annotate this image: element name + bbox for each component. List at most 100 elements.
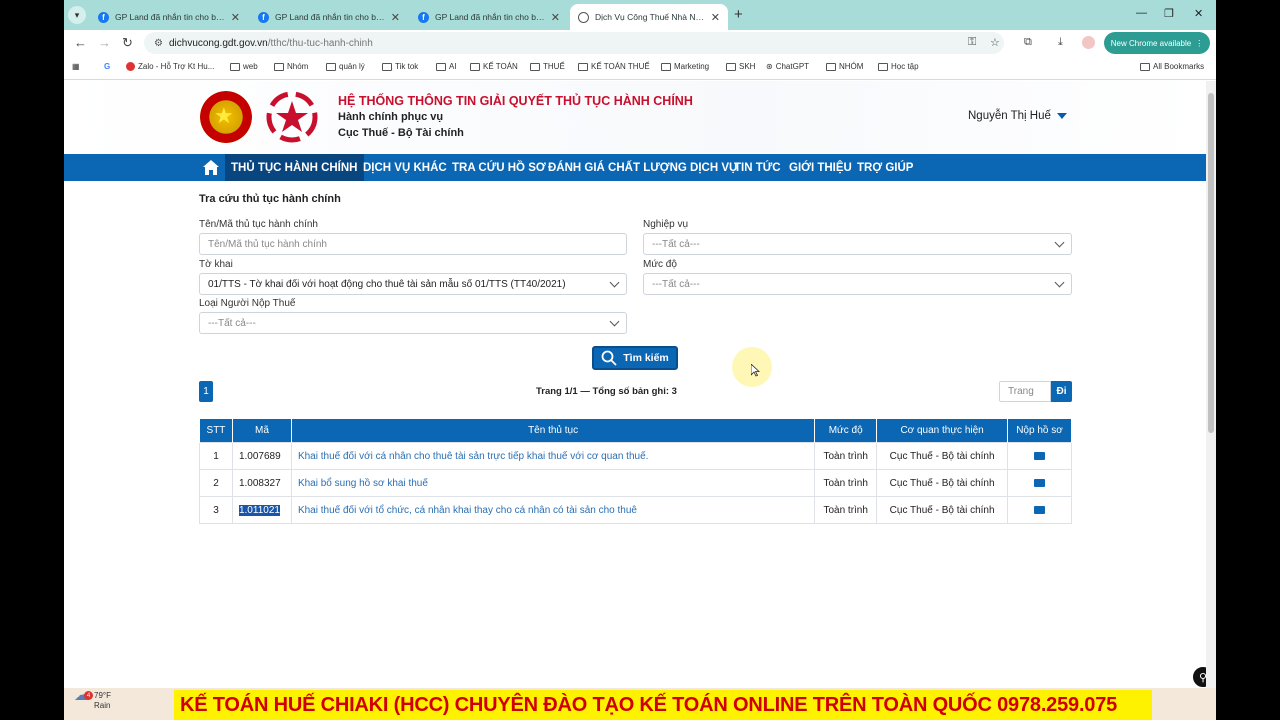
bookmark-nhom2[interactable]: NHÓM xyxy=(826,62,863,71)
tab-title: GP Land đã nhắn tin cho bạn xyxy=(115,12,225,22)
nghiep-vu-value: ---Tất cả--- xyxy=(652,238,700,250)
procedure-link[interactable]: Khai thuế đối với cá nhân cho thuê tài s… xyxy=(290,442,816,470)
bookmark-ketoan[interactable]: KẾ TOÁN xyxy=(470,62,518,71)
bookmark-thue[interactable]: THUẾ xyxy=(530,62,565,71)
chevron-down-icon xyxy=(1054,237,1065,248)
search-button[interactable]: Tìm kiếm xyxy=(592,346,678,370)
folder-icon xyxy=(382,62,392,71)
weather-widget[interactable]: ☁ 4 79°F Rain xyxy=(74,688,111,711)
menu-gioi-thieu[interactable]: GIỚI THIỆU xyxy=(783,154,858,181)
folder-icon xyxy=(1140,62,1150,71)
menu-thu-tuc-hanh-chinh[interactable]: THỦ TỤC HÀNH CHÍNH xyxy=(225,154,364,181)
chevron-down-icon xyxy=(609,316,620,327)
nghiep-vu-select[interactable]: ---Tất cả--- xyxy=(643,233,1072,255)
maximize-icon[interactable]: ❐ xyxy=(1164,7,1174,20)
bookmark-marketing[interactable]: Marketing xyxy=(661,62,709,71)
muc-do-label: Mức độ xyxy=(643,259,677,270)
procedure-link[interactable]: Khai thuế đối với tổ chức, cá nhân khai … xyxy=(290,496,816,524)
folder-open-icon[interactable] xyxy=(1034,451,1045,460)
scrollbar-thumb[interactable] xyxy=(1208,93,1214,433)
menu-tro-giup[interactable]: TRỢ GIÚP xyxy=(851,154,919,181)
all-bookmarks[interactable]: All Bookmarks xyxy=(1140,62,1204,71)
to-khai-select[interactable]: 01/TTS - Tờ khai đối với hoạt động cho t… xyxy=(199,273,627,295)
user-menu[interactable]: Nguyễn Thị Huế xyxy=(968,110,1067,122)
minimize-icon[interactable]: — xyxy=(1136,7,1147,19)
folder-open-icon[interactable] xyxy=(1034,505,1045,514)
procedure-link[interactable]: Khai bổ sung hồ sơ khai thuế xyxy=(290,469,816,497)
folder-icon xyxy=(878,62,888,71)
bookmark-label: KẾ TOÁN THUẾ xyxy=(591,62,650,71)
bookmark-nhom[interactable]: Nhóm xyxy=(274,62,308,71)
key-icon[interactable]: ⚿ xyxy=(968,36,976,49)
close-icon[interactable]: ✕ xyxy=(551,11,560,24)
muc-do-select[interactable]: ---Tất cả--- xyxy=(643,273,1072,295)
bookmarks-bar: ▦ G Zalo - Hỗ Trợ Kt Hu... web Nhóm quản… xyxy=(64,56,1216,80)
close-icon[interactable]: ✕ xyxy=(231,11,240,24)
star-icon[interactable]: ☆ xyxy=(990,36,1000,49)
header-ten-thu-tuc: Tên thủ tục xyxy=(290,418,816,443)
bookmark-quanly[interactable]: quản lý xyxy=(326,62,365,71)
site-info-icon[interactable]: ⚙ xyxy=(154,38,163,49)
menu-danh-gia-chat-luong[interactable]: ĐÁNH GIÁ CHẤT LƯỢNG DỊCH VỤ xyxy=(542,154,743,181)
tab-2[interactable]: f GP Land đã nhắn tin cho bạn ✕ xyxy=(250,4,408,30)
reload-icon[interactable]: ↻ xyxy=(122,35,133,51)
site-subtitle: Hành chính phục vụ xyxy=(338,111,444,123)
new-chrome-button[interactable]: New Chrome available ⋮ xyxy=(1104,32,1210,54)
bookmark-hoctap[interactable]: Học tập xyxy=(878,62,919,71)
pagination-info: Trang 1/1 — Tổng số bản ghi: 3 xyxy=(536,386,677,397)
procedure-table: STT Mã Tên thủ tục Mức độ Cơ quan thực h… xyxy=(199,418,1072,524)
bookmark-web[interactable]: web xyxy=(230,62,258,71)
page-scrollbar[interactable] xyxy=(1206,81,1216,688)
bookmark-label: NHÓM xyxy=(839,62,864,71)
google-icon[interactable]: G xyxy=(104,62,110,71)
menu-dich-vu-khac[interactable]: DỊCH VỤ KHÁC xyxy=(357,154,453,181)
home-icon[interactable] xyxy=(202,159,220,176)
back-icon[interactable]: ← xyxy=(74,35,87,50)
tab-4-active[interactable]: Dịch Vụ Công Thuế Nhà Nước ✕ xyxy=(570,4,728,30)
bookmark-tiktok[interactable]: Tik tok xyxy=(382,62,418,71)
bookmark-ai[interactable]: AI xyxy=(436,62,457,71)
extensions-icon[interactable]: ⧉ xyxy=(1024,36,1032,49)
tab-search-icon[interactable]: ▾ xyxy=(68,6,86,24)
tab-3[interactable]: f GP Land đã nhắn tin cho bạn ✕ xyxy=(410,4,568,30)
go-button[interactable]: Đi xyxy=(1051,381,1072,402)
menu-tin-tuc[interactable]: TIN TỨC xyxy=(728,154,787,181)
close-icon[interactable]: ✕ xyxy=(391,11,400,24)
zalo-icon xyxy=(126,62,135,71)
new-tab-button[interactable]: + xyxy=(734,6,743,23)
location-icon[interactable]: ⚲ xyxy=(1191,665,1206,688)
cell-co-quan: Cục Thuế - Bộ tài chính xyxy=(876,496,1009,524)
download-icon[interactable]: ⤓ xyxy=(1058,36,1063,49)
apps-icon[interactable]: ▦ xyxy=(72,62,80,71)
procedure-name-input[interactable]: Tên/Mã thủ tục hành chính xyxy=(199,233,627,255)
forward-icon[interactable]: → xyxy=(98,35,111,50)
main-menu: THỦ TỤC HÀNH CHÍNH DỊCH VỤ KHÁC TRA CỨU … xyxy=(64,154,1206,181)
page-title: Tra cứu thủ tục hành chính xyxy=(199,193,341,205)
bookmark-ketoanthue[interactable]: KẾ TOÁN THUẾ xyxy=(578,62,650,71)
loai-nnt-select[interactable]: ---Tất cả--- xyxy=(199,312,627,334)
avatar[interactable] xyxy=(1082,36,1095,49)
folder-open-icon[interactable] xyxy=(1034,478,1045,487)
selected-text: 1.011021 xyxy=(238,504,280,516)
address-bar[interactable]: ⚙ dichvucong.gdt.gov.vn/tthc/thu-tuc-han… xyxy=(144,32,1004,54)
bookmark-zalo[interactable]: Zalo - Hỗ Trợ Kt Hu... xyxy=(126,62,214,71)
menu-tra-cuu-ho-so[interactable]: TRA CỨU HỒ SƠ xyxy=(446,154,552,181)
table-row: 3 1.011021 Khai thuế đối với tổ chức, cá… xyxy=(199,496,1072,524)
cell-muc-do: Toàn trình xyxy=(814,469,878,497)
close-icon[interactable]: ✕ xyxy=(711,11,720,24)
header-nop-ho-so: Nộp hồ sơ xyxy=(1007,418,1072,443)
bookmark-label: KẾ TOÁN xyxy=(483,62,518,71)
close-window-icon[interactable]: ✕ xyxy=(1194,7,1203,20)
url-domain: dichvucong.gdt.gov.vn xyxy=(168,37,268,49)
search-icon xyxy=(601,350,617,366)
cell-co-quan: Cục Thuế - Bộ tài chính xyxy=(876,469,1009,497)
page-1-button[interactable]: 1 xyxy=(199,381,213,402)
loai-nnt-label: Loại Người Nộp Thuế xyxy=(199,298,296,309)
tab-strip: ▾ f GP Land đã nhắn tin cho bạn ✕ f GP L… xyxy=(64,0,1216,30)
folder-icon xyxy=(230,62,240,71)
page-number-input[interactable]: Trang xyxy=(999,381,1051,402)
bookmark-skh[interactable]: SKH xyxy=(726,62,755,71)
bookmark-chatgpt[interactable]: ⊛ ChatGPT xyxy=(766,62,809,71)
cell-stt: 1 xyxy=(199,442,233,470)
tab-1[interactable]: f GP Land đã nhắn tin cho bạn ✕ xyxy=(90,4,248,30)
